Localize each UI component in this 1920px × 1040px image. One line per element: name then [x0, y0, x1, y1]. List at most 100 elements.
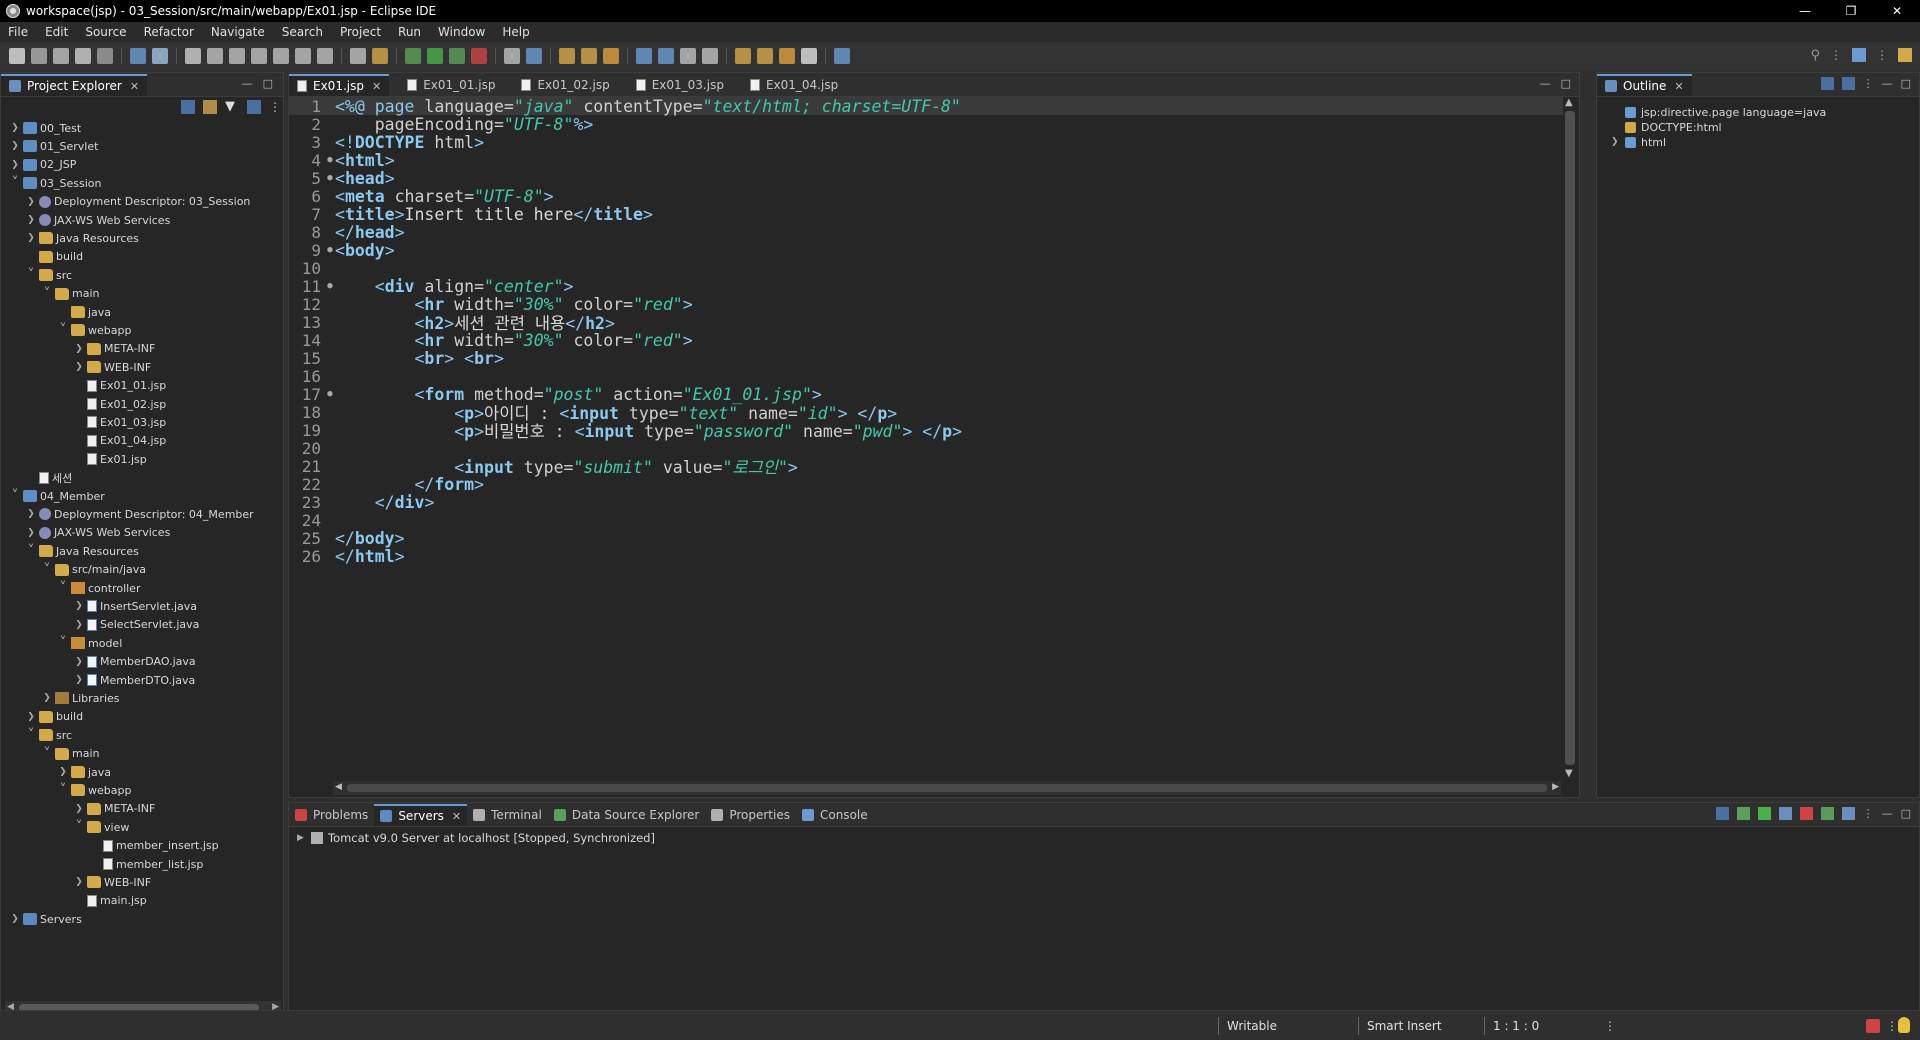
collapse-icon[interactable]: ˅ — [9, 175, 21, 191]
tree-item[interactable]: ❯ SelectServlet.java — [73, 616, 199, 634]
fold-toggle-icon[interactable]: ● — [325, 173, 335, 183]
code-line[interactable]: 19 <p>비밀번호 : <input type="password" name… — [289, 421, 1563, 442]
outline-item[interactable]: ❯ html — [1611, 133, 1666, 151]
more-options-icon[interactable]: ⋮ — [1876, 48, 1888, 63]
code-line[interactable]: 2 pageEncoding="UTF-8"%> — [289, 115, 1563, 134]
menu-search[interactable]: Search — [282, 25, 323, 39]
toolbar-tool-icon[interactable] — [350, 48, 366, 64]
collapse-icon[interactable]: ˅ — [41, 286, 53, 302]
tree-item[interactable]: ❯ 00_Test — [9, 119, 81, 137]
tree-item[interactable]: ˅ src — [25, 266, 73, 284]
tree-item[interactable]: ❯ WEB-INF — [73, 873, 151, 891]
expand-icon[interactable]: ❯ — [9, 123, 21, 133]
tab-servers[interactable]: Servers ✕ — [374, 804, 468, 826]
fold-toggle-icon[interactable]: ● — [325, 281, 335, 291]
collapse-icon[interactable]: ˅ — [57, 322, 69, 338]
collapse-icon[interactable]: ˅ — [25, 543, 37, 559]
toolbar-tool-icon[interactable] — [295, 48, 311, 64]
toolbar-tool-icon[interactable] — [702, 48, 718, 64]
tab-project-explorer[interactable]: Project Explorer ✕ — [1, 74, 148, 96]
publish-icon[interactable] — [1820, 807, 1834, 820]
more-options-icon[interactable]: ⋮ — [269, 100, 281, 114]
code-line[interactable]: 23 </div> — [289, 493, 1563, 512]
fold-toggle-icon[interactable]: ● — [325, 389, 335, 399]
tree-item[interactable]: ❯ build — [25, 708, 83, 726]
tree-item[interactable]: ❯ JAX-WS Web Services — [25, 211, 170, 229]
restore-window-button[interactable]: ❐ — [1828, 0, 1874, 22]
tree-item[interactable]: ˅ src — [25, 726, 73, 744]
tree-item[interactable]: ˅ controller — [57, 579, 141, 597]
tree-item[interactable]: ˅ src/main/java — [41, 561, 147, 579]
tree-item[interactable]: ❯ java — [57, 763, 111, 781]
toolbar-tool-icon[interactable] — [251, 48, 267, 64]
fold-toggle-icon[interactable]: ● — [325, 245, 335, 255]
tree-item[interactable]: ❯ Java Resources — [25, 229, 139, 247]
tree-item[interactable]: ❯ META-INF — [73, 340, 155, 358]
expand-icon[interactable]: ❯ — [73, 362, 85, 372]
toolbar-tool-icon[interactable] — [581, 48, 597, 64]
toolbar-tool-icon[interactable] — [372, 48, 388, 64]
menu-source[interactable]: Source — [85, 25, 126, 39]
more-options-icon[interactable]: ⋮ — [1863, 807, 1874, 820]
toolbar-tool-icon[interactable] — [636, 48, 652, 64]
start-server-icon[interactable] — [1757, 807, 1771, 820]
tree-item[interactable]: ˅ main — [41, 745, 100, 763]
toolbar-tool-icon[interactable] — [207, 48, 223, 64]
toolbar-tool-icon[interactable] — [9, 48, 25, 64]
tree-item[interactable]: ❯ MemberDTO.java — [73, 671, 195, 689]
tree-item[interactable]: ❯ JAX-WS Web Services — [25, 524, 170, 542]
code-line[interactable]: 15 <br> <br> — [289, 349, 1563, 368]
more-options-icon[interactable]: ⋮ — [1886, 1019, 1898, 1033]
tab-editor-file[interactable]: Ex01_03.jsp — [628, 74, 732, 96]
tree-item[interactable]: ❯ Deployment Descriptor: 03_Session — [25, 193, 250, 211]
collapse-icon[interactable]: ˅ — [73, 819, 85, 835]
scrollbar-thumb[interactable] — [347, 784, 1547, 792]
tree-item[interactable]: java — [57, 303, 111, 321]
horizontal-scrollbar[interactable]: ◀ ▶ — [333, 781, 1561, 795]
code-line[interactable]: 13 <h2>세션 관련 내용</h2> — [289, 313, 1563, 334]
code-line[interactable]: 26 </html> — [289, 547, 1563, 566]
tree-item[interactable]: 세션 — [25, 469, 72, 487]
toolbar-tool-icon[interactable] — [834, 48, 850, 64]
tree-item[interactable]: ❯ InsertServlet.java — [73, 597, 197, 615]
code-line[interactable]: 5 ● <head> — [289, 169, 1563, 188]
toolbar-tool-icon[interactable] — [603, 48, 619, 64]
expand-icon[interactable]: ❯ — [41, 693, 53, 703]
vertical-scrollbar[interactable]: ▲ ▼ — [1563, 97, 1577, 779]
toolbar-tool-icon[interactable] — [31, 48, 47, 64]
code-line[interactable]: 4 ● <html> — [289, 151, 1563, 170]
menu-window[interactable]: Window — [438, 25, 485, 39]
expand-icon[interactable]: ❯ — [9, 914, 21, 924]
tree-item[interactable]: ❯ META-INF — [73, 800, 155, 818]
code-line[interactable]: 3 <!DOCTYPE html> — [289, 133, 1563, 152]
tree-item[interactable]: ˅ webapp — [57, 321, 132, 339]
profile-server-icon[interactable] — [1778, 807, 1792, 820]
toolbar-tool-icon[interactable] — [757, 48, 773, 64]
code-line[interactable]: 25 </body> — [289, 529, 1563, 548]
scroll-up-icon[interactable]: ▲ — [1565, 97, 1573, 108]
tree-item[interactable]: Ex01_03.jsp — [73, 413, 166, 431]
maximize-view-icon[interactable]: □ — [1901, 77, 1911, 90]
expand-icon[interactable]: ❯ — [25, 233, 37, 243]
toolbar-tool-icon[interactable] — [779, 48, 795, 64]
minimize-view-icon[interactable]: — — [1882, 77, 1893, 90]
maximize-view-icon[interactable]: □ — [263, 77, 273, 90]
more-options-icon[interactable]: ⋮ — [1830, 48, 1842, 63]
code-area[interactable]: 1 <%@ page language="java" contentType="t… — [289, 97, 1563, 779]
code-line[interactable]: 11 ● <div align="center"> — [289, 277, 1563, 296]
tip-bulb-icon[interactable] — [1898, 1017, 1910, 1033]
tree-item[interactable]: ˅ 03_Session — [9, 174, 102, 192]
toolbar-tool-icon[interactable] — [273, 48, 289, 64]
tree-item[interactable]: ˅ Java Resources — [25, 542, 139, 560]
close-icon[interactable]: ✕ — [130, 80, 139, 93]
tree-item[interactable]: ❯ 01_Servlet — [9, 137, 98, 155]
maximize-view-icon[interactable]: □ — [1901, 807, 1911, 820]
toolbar-tool-icon[interactable] — [53, 48, 69, 64]
toolbar-tool-icon[interactable] — [735, 48, 751, 64]
expand-icon[interactable]: ❯ — [9, 160, 21, 170]
tree-item[interactable]: member_list.jsp — [89, 855, 203, 873]
expand-icon[interactable]: ❯ — [73, 804, 85, 814]
scroll-right-icon[interactable]: ▶ — [1552, 782, 1559, 792]
collapse-all-icon[interactable] — [1841, 77, 1855, 90]
maximize-editor-icon[interactable]: □ — [1561, 77, 1571, 90]
